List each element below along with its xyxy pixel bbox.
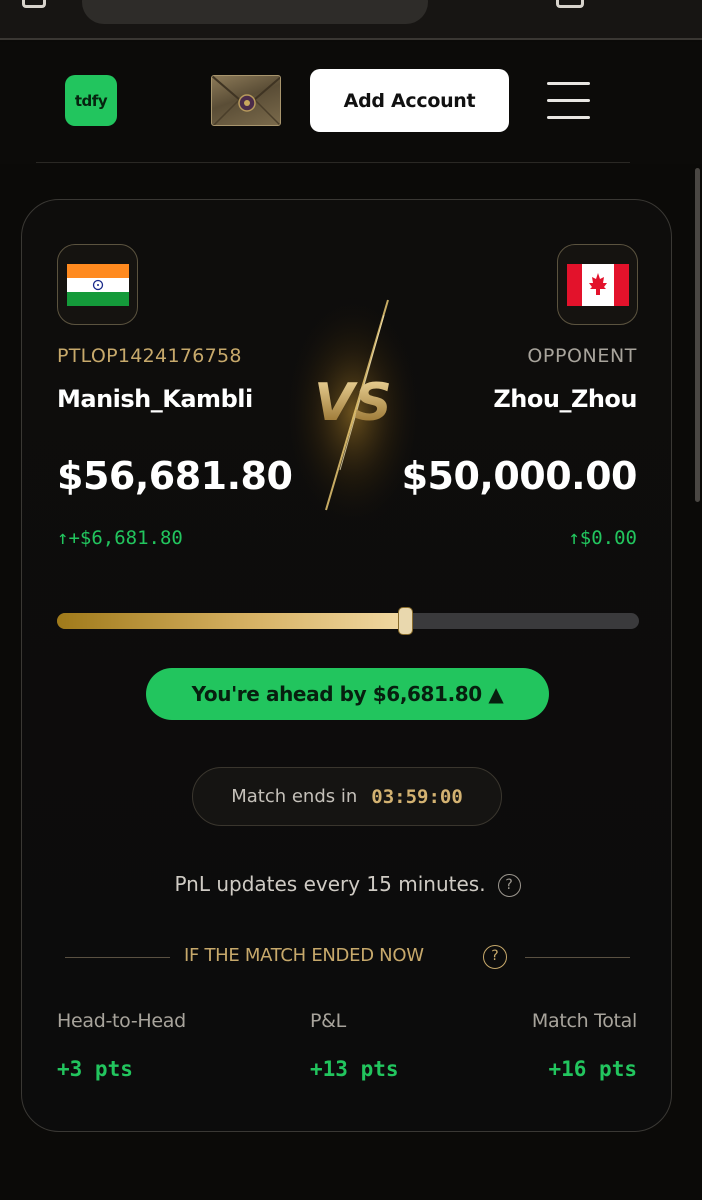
stat-label-head-to-head: Head-to-Head — [57, 1010, 186, 1032]
progress-thumb — [398, 607, 413, 635]
scrollbar[interactable] — [695, 168, 700, 502]
ahead-status-badge: You're ahead by $6,681.80 ▲ — [146, 668, 549, 720]
score-progress-bar — [57, 607, 639, 635]
opponent-flag — [557, 244, 638, 325]
stat-value-pnl: +13 pts — [310, 1057, 399, 1081]
browser-top-bar — [0, 0, 702, 40]
vs-text: VS — [314, 373, 392, 433]
logo[interactable]: tdfy — [65, 75, 117, 126]
stat-label-pnl: P&L — [310, 1010, 346, 1032]
player-id: PTLOP1424176758 — [57, 345, 242, 367]
header-divider — [36, 162, 630, 163]
section-title: IF THE MATCH ENDED NOW — [184, 945, 424, 966]
player-balance: $56,681.80 — [57, 454, 293, 498]
match-countdown: 03:59:00 — [371, 785, 463, 808]
opponent-change: ↑$0.00 — [568, 527, 637, 549]
divider-right — [525, 957, 630, 958]
section-help-icon[interactable]: ? — [483, 945, 507, 969]
help-icon[interactable]: ? — [497, 874, 521, 897]
player-name: Manish_Kambli — [57, 385, 253, 413]
player-change: ↑+$6,681.80 — [57, 527, 183, 549]
hamburger-menu-icon[interactable] — [547, 82, 591, 120]
india-flag-icon — [66, 263, 129, 306]
opponent-name: Zhou_Zhou — [493, 385, 637, 413]
url-bar[interactable] — [82, 0, 428, 24]
pnl-note-text: PnL updates every 15 minutes. — [174, 872, 486, 896]
match-card: VS PTLOP1424176758 OPPONENT Manish_Kambl… — [21, 199, 672, 1132]
browser-action-icon[interactable] — [556, 0, 584, 8]
stat-value-head-to-head: +3 pts — [57, 1057, 133, 1081]
envelope-icon[interactable] — [211, 75, 281, 126]
stat-value-match-total: +16 pts — [548, 1057, 637, 1081]
canada-flag-icon — [566, 263, 629, 306]
progress-fill — [57, 613, 406, 629]
add-account-button[interactable]: Add Account — [310, 69, 509, 132]
match-timer: Match ends in 03:59:00 — [192, 767, 502, 826]
player-flag — [57, 244, 138, 325]
opponent-label: OPPONENT — [527, 345, 637, 367]
stat-label-match-total: Match Total — [531, 1010, 637, 1032]
pnl-note: PnL updates every 15 minutes.? — [22, 872, 673, 897]
tabs-icon[interactable] — [22, 0, 46, 8]
opponent-balance: $50,000.00 — [401, 454, 638, 498]
divider-left — [65, 957, 170, 958]
match-ends-label: Match ends in — [231, 786, 358, 807]
